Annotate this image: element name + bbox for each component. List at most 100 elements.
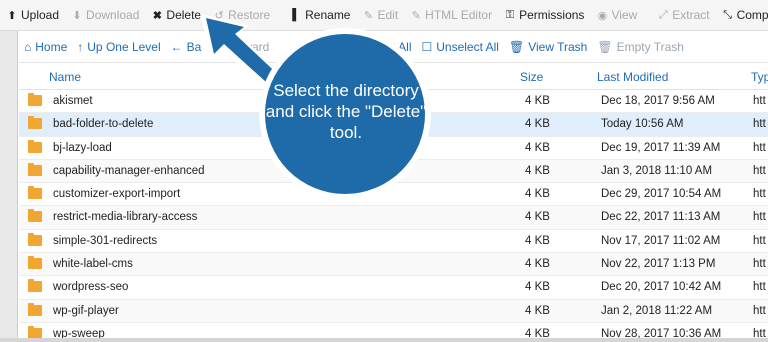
cell-last-modified: Jan 2, 2018 11:22 AM (601, 304, 713, 317)
folder-icon (28, 186, 42, 200)
table-row[interactable]: wordpress-seo 4 KB Dec 20, 2017 10:42 AM ht… (19, 276, 768, 300)
folder-icon (28, 116, 42, 130)
cell-type: htt (753, 164, 766, 177)
compress-button[interactable]: ⤡Compr (716, 0, 768, 30)
table-row[interactable]: capability-manager-enhanced 4 KB Jan 3, 20… (19, 159, 768, 184)
home-icon: ⌂ (24, 39, 32, 54)
cell-size: 4 KB (525, 234, 550, 247)
html-editor-button[interactable]: ✎ HTML Editor (404, 0, 498, 30)
cell-last-modified: Today 10:56 AM (601, 118, 684, 131)
empty-trash-button[interactable]: 🗑 Empty Trash (592, 31, 689, 63)
cell-type: htt (753, 141, 766, 154)
cell-name: bad-folder-to-delete (53, 118, 154, 131)
unselect-all-button[interactable]: ☐ Unselect All (416, 31, 503, 63)
left-sidebar-edge (0, 31, 18, 342)
trash-icon: 🗑 (508, 39, 525, 54)
arrow-up-icon: ↑ (77, 39, 84, 54)
table-row[interactable]: restrict-media-library-access 4 KB Dec 22,… (19, 206, 768, 230)
column-header-last-modified[interactable]: Last Modified (597, 70, 668, 84)
checkbox-empty-icon: ☐ (421, 39, 433, 54)
cell-name: restrict-media-library-access (53, 211, 198, 224)
edit-button[interactable]: ✎ Edit (356, 0, 404, 30)
cell-type: htt (753, 118, 766, 131)
back-button[interactable]: ← Ba (166, 31, 207, 63)
rename-button[interactable]: ▌ Rename (284, 0, 356, 30)
cell-last-modified: Dec 22, 2017 11:13 AM (601, 211, 721, 224)
cell-name: white-label-cms (53, 258, 133, 271)
cell-size: 4 KB (525, 164, 550, 177)
cell-type: htt (753, 95, 766, 107)
folder-icon (28, 279, 42, 293)
table-row[interactable]: wp-gif-player 4 KB Jan 2, 2018 11:22 AM htt (19, 299, 768, 323)
folder-icon (28, 232, 42, 246)
table-row[interactable]: white-label-cms 4 KB Nov 22, 2017 1:13 PM h… (19, 253, 768, 277)
cell-type: htt (753, 211, 766, 224)
permissions-key-icon: ⚿ (505, 8, 515, 21)
extract-button[interactable]: ⤢ Extract (651, 0, 715, 30)
delete-icon: ✖ (152, 9, 163, 22)
cell-size: 4 KB (525, 211, 550, 224)
select-all-button[interactable]: ☑ Select All (342, 31, 416, 63)
cell-last-modified: Jan 3, 2018 11:10 AM (601, 164, 713, 177)
column-header-type[interactable]: Typ (751, 70, 768, 84)
upload-button[interactable]: ⬆ Upload (0, 0, 65, 30)
folder-icon (28, 256, 42, 270)
compress-icon: ⤡ (723, 8, 732, 21)
extract-icon: ⤢ (658, 8, 668, 21)
cell-name: bj-lazy-load (53, 141, 112, 154)
permissions-button[interactable]: ⚿ Permissions (498, 0, 590, 30)
upload-icon: ⬆ (7, 9, 17, 22)
arrow-left-icon: ← (170, 39, 183, 54)
cell-size: 4 KB (525, 95, 550, 107)
cell-name: wordpress-seo (53, 281, 129, 294)
bottom-edge (0, 338, 768, 342)
home-button[interactable]: ⌂ Home (19, 31, 72, 63)
cell-type: htt (753, 304, 766, 317)
table-row[interactable]: customizer-export-import 4 KB Dec 29, 2017… (19, 183, 768, 207)
rename-icon: ▌ (292, 9, 301, 21)
cell-type: htt (753, 234, 766, 247)
cell-name: capability-manager-enhanced (53, 164, 205, 177)
view-trash-button[interactable]: 🗑 View Trash (504, 31, 592, 63)
download-button[interactable]: ⬇ Download (65, 0, 145, 30)
up-one-level-button[interactable]: ↑ Up One Level (72, 31, 165, 63)
cell-type: htt (753, 188, 766, 201)
column-header-name[interactable]: Name (49, 70, 81, 84)
checkbox-checked-icon: ☑ (347, 39, 359, 54)
delete-button[interactable]: ✖ Delete (145, 0, 207, 30)
trash-icon: 🗑 (597, 39, 613, 54)
folder-icon (28, 302, 42, 316)
cell-type: htt (753, 281, 766, 294)
cell-size: 4 KB (525, 118, 550, 131)
cell-size: 4 KB (525, 258, 550, 271)
cell-last-modified: Nov 22, 2017 1:13 PM (601, 258, 716, 271)
cell-size: 4 KB (525, 141, 550, 154)
directory-nav-bar: ⌂ Home ↑ Up One Level ← Ba Forward ☑ Select … (19, 31, 768, 63)
view-eye-icon: ◉ (597, 9, 608, 22)
callout-text: Select the directory and click the "Dele… (265, 81, 427, 142)
folder-icon (28, 162, 42, 176)
cell-last-modified: Dec 19, 2017 11:39 AM (601, 141, 721, 154)
cell-last-modified: Dec 29, 2017 10:54 AM (601, 188, 722, 201)
cell-last-modified: Dec 18, 2017 9:56 AM (601, 95, 715, 107)
cell-last-modified: Dec 20, 2017 10:42 AM (601, 281, 722, 294)
restore-button[interactable]: ↺ Restore (207, 0, 276, 30)
folder-icon (28, 139, 42, 153)
table-row[interactable]: simple-301-redirects 4 KB Nov 17, 2017 11:… (19, 230, 768, 254)
folder-icon (28, 209, 42, 223)
folder-icon (28, 93, 42, 106)
restore-icon: ↺ (214, 9, 224, 22)
cell-size: 4 KB (525, 188, 550, 201)
edit-icon: ✎ (363, 9, 374, 22)
cell-last-modified: Nov 17, 2017 11:02 AM (601, 234, 721, 247)
cell-name: akismet (53, 95, 93, 107)
column-header-size[interactable]: Size (520, 70, 543, 84)
cell-name: simple-301-redirects (53, 234, 158, 247)
view-button[interactable]: ◉ View (590, 0, 643, 30)
forward-button[interactable]: Forward (220, 31, 274, 63)
html-editor-icon: ✎ (411, 9, 421, 22)
cell-size: 4 KB (525, 304, 550, 317)
cell-name: customizer-export-import (53, 188, 181, 201)
file-manager-toolbar: ⬆ Upload ⬇ Download ✖ Delete ↺ Restore ▌ Rena… (0, 0, 768, 31)
download-icon: ⬇ (72, 9, 82, 22)
